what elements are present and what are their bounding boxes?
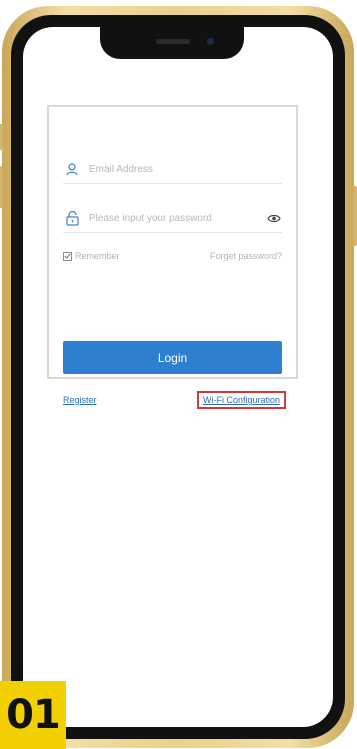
phone-side-button [0,166,3,208]
speaker [156,39,190,44]
email-input[interactable] [89,163,282,175]
login-button[interactable]: Login [63,341,282,374]
register-link[interactable]: Register [63,395,97,405]
checkbox-checked-icon[interactable] [63,251,72,261]
remember-label: Remember [75,251,120,261]
camera-icon [207,38,214,45]
login-button-label: Login [157,350,188,365]
login-card: Remember Forget password? Login Register… [47,105,298,409]
eye-icon[interactable] [266,212,282,224]
phone-side-button [353,186,357,246]
phone-frame: Remember Forget password? Login Register… [0,6,357,748]
wifi-config-link[interactable]: Wi-Fi Configuration [203,395,280,405]
user-icon [63,160,81,178]
wifi-config-highlight: Wi-Fi Configuration [196,391,286,409]
password-input[interactable] [89,212,266,224]
remember-row: Remember Forget password? [63,249,282,263]
remember-toggle[interactable]: Remember [63,251,120,261]
phone-side-button [0,124,3,150]
forgot-password-link[interactable]: Forget password? [210,251,282,261]
email-field [63,155,282,184]
notch [100,27,244,59]
phone-bezel: Remember Forget password? Login Register… [11,15,345,739]
links-row: Register Wi-Fi Configuration [63,390,286,410]
unlock-icon [63,209,81,227]
password-field [63,204,282,233]
step-number-badge: 01 [0,681,66,749]
phone-screen: Remember Forget password? Login Register… [23,27,333,727]
